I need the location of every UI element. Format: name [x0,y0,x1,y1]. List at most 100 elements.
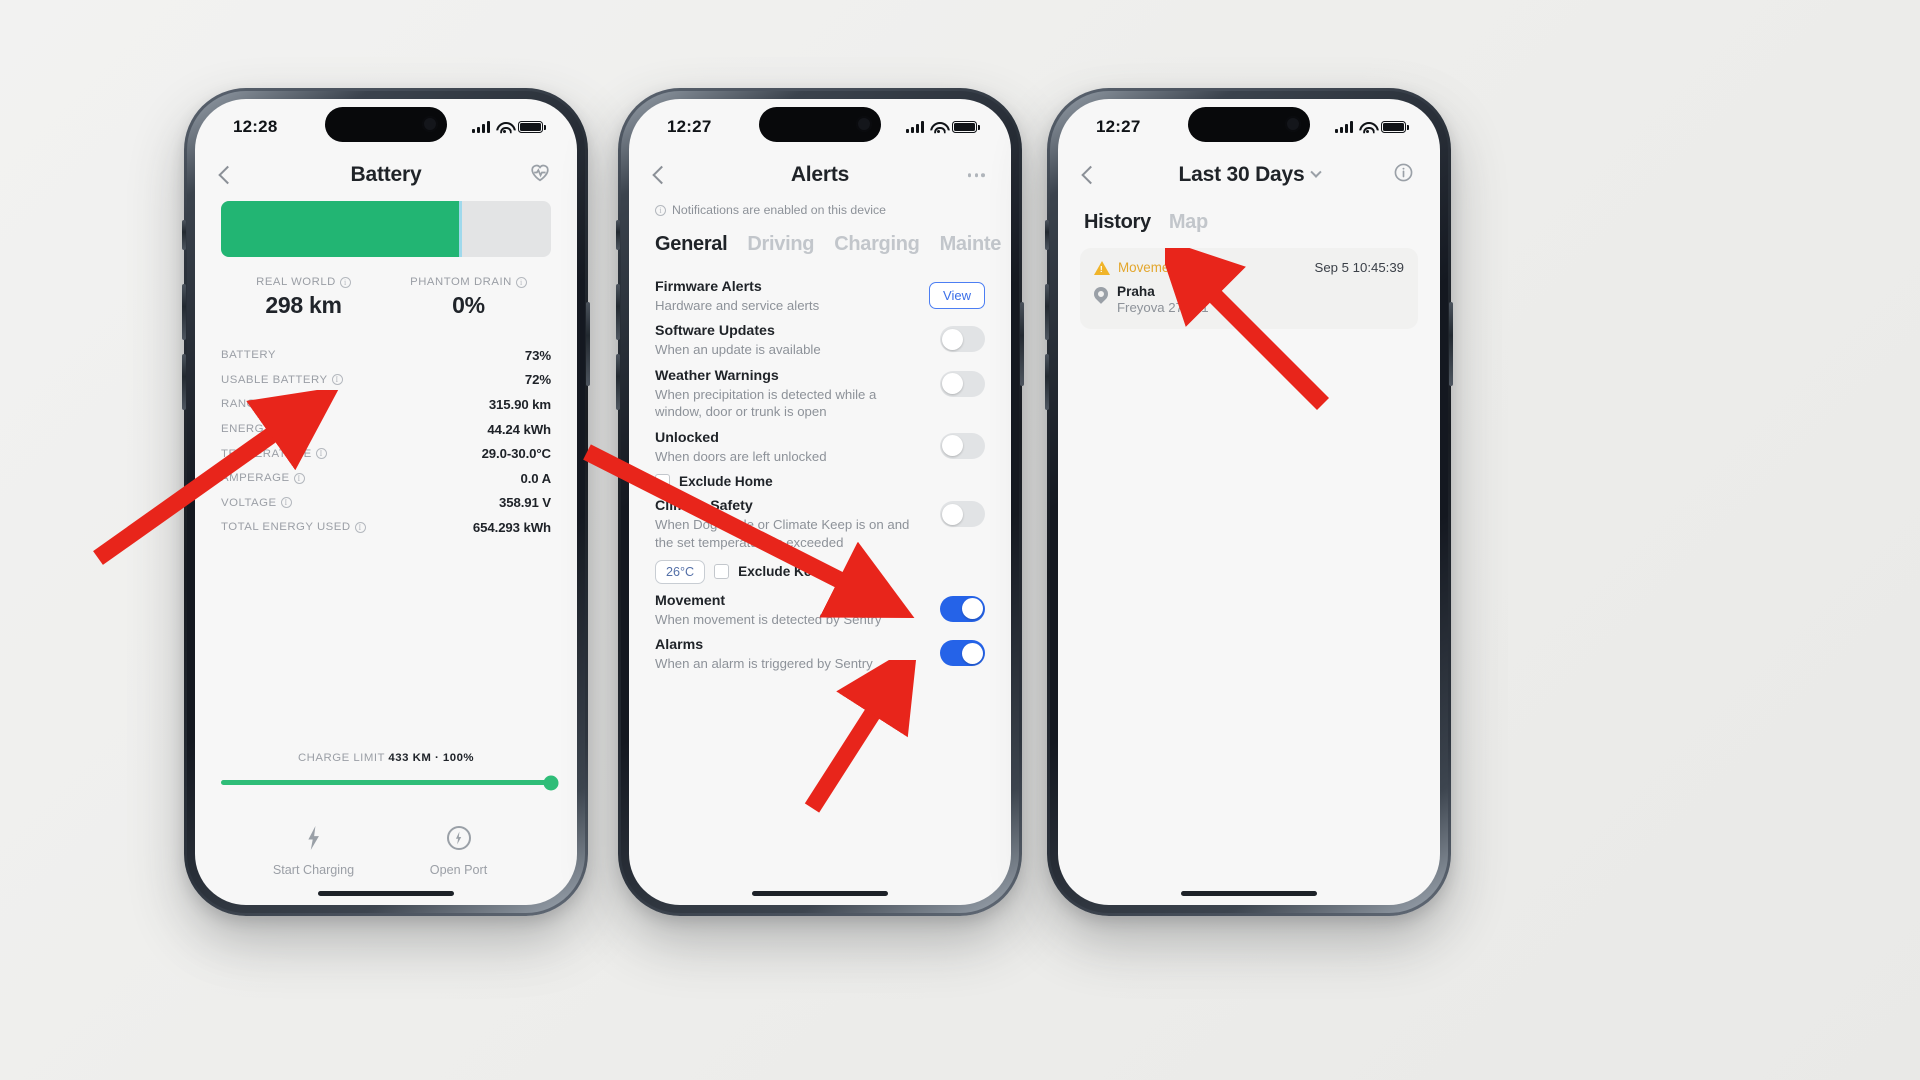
charge-limit-label: CHARGE LIMIT [297,752,385,764]
history-event-list: Movement Sep 5 10:45:39 PrahaFreyova 276/2… [1058,248,1440,329]
info-icon[interactable]: i [280,497,292,509]
info-icon[interactable]: i [315,448,327,460]
alert-item-title: Weather Warnings [655,367,779,384]
segment-map[interactable]: Map [1169,211,1208,234]
status-bar: 12:28 [195,99,577,149]
home-indicator[interactable] [318,891,454,896]
silent-switch[interactable] [182,220,186,250]
home-indicator[interactable] [1181,891,1317,896]
info-icon[interactable]: i [331,374,343,386]
toggle-software-updates[interactable] [940,326,985,353]
nav-bar: Last 30 Days [1058,149,1440,201]
tab-general[interactable]: General [655,233,728,256]
stat-row: USABLE BATTERY i 72% [221,368,551,393]
stat-row-label-text: BATTERY [221,349,276,362]
wifi-icon [930,121,946,134]
silent-switch[interactable] [616,220,620,250]
silent-switch[interactable] [1045,220,1049,250]
more-options-button[interactable] [967,173,985,177]
summary-real-world: REAL WORLD i 298 km [221,276,386,319]
power-button[interactable] [586,302,590,386]
tab-charging[interactable]: Charging [834,233,920,256]
power-button[interactable] [1449,302,1453,386]
info-icon[interactable]: i [515,276,527,288]
phone-alerts: 12:27 Alerts i Notifications are enabled… [616,88,1024,916]
stat-row-label: TEMPERATURE i [221,448,327,460]
volume-down-button[interactable] [1045,354,1049,410]
checkbox[interactable] [714,564,730,580]
info-icon[interactable]: i [276,423,288,435]
back-button[interactable] [652,165,671,185]
open-port-button[interactable]: Open Port [386,823,531,877]
alert-item: Climate Safety When Dog Mode or Climate K… [655,489,985,584]
wifi-icon [496,121,512,134]
battery-action-bar: Start Charging Open Port [195,823,577,877]
toggle-movement[interactable] [940,595,985,622]
checkbox[interactable] [655,474,670,490]
phone-screen-history: 12:27 Last 30 Days History Map ! Movemen… [1058,99,1440,905]
checkbox-label: Exclude Home [679,474,773,490]
history-event-city: Praha [1117,284,1155,299]
back-button[interactable] [218,165,237,185]
summary-caption: PHANTOM DRAIN i [386,276,551,288]
alert-item-row: Weather Warnings When precipitation is de… [655,359,985,421]
map-pin-icon [1091,284,1111,304]
notifications-notice-text: Notifications are enabled on this device [672,203,886,217]
back-button[interactable] [1081,165,1100,185]
segment-history[interactable]: History [1084,211,1151,234]
slider-knob[interactable] [543,775,559,790]
page-title: Alerts [790,163,850,186]
info-icon[interactable]: i [354,521,366,533]
toggle-alarms[interactable] [940,640,985,667]
status-bar: 12:27 [629,99,1011,149]
page-title: Battery [350,163,422,186]
temperature-threshold-chip[interactable]: 26°C [655,559,706,584]
stat-row-label: ENERGY i [221,423,288,435]
start-charging-button[interactable]: Start Charging [241,823,386,877]
phone-battery: 12:28 Battery REAL WORLD i 298 km PHANTO… [182,88,590,916]
status-time: 12:27 [1096,117,1141,136]
battery-level-fill [221,201,459,257]
summary-stats: REAL WORLD i 298 km PHANTOM DRAIN i 0% [221,276,551,319]
volume-down-button[interactable] [182,354,186,410]
alerts-list: Firmware Alerts Hardware and service aler… [629,270,1011,673]
alert-item-subtitle: When movement is detected by Sentry [655,611,882,627]
tab-mainte[interactable]: Mainte [940,233,1002,256]
info-icon[interactable]: i [268,398,280,410]
notifications-notice: i Notifications are enabled on this devi… [629,203,1011,217]
toggle-weather-warnings[interactable] [940,370,985,397]
open-port-label: Open Port [429,863,488,877]
alert-item: Alarms When an alarm is triggered by Sent… [655,628,985,672]
summary-value: 0% [452,292,485,318]
stat-row: VOLTAGE i 358.91 V [221,491,551,516]
volume-up-button[interactable] [1045,284,1049,340]
more-options-icon [967,173,985,177]
alert-item: Movement When movement is detected by Sen… [655,584,985,628]
toggle-climate-safety[interactable] [940,501,985,528]
history-event-kind-label: Movement [1118,260,1181,275]
info-icon[interactable]: i [293,472,305,484]
home-indicator[interactable] [752,891,888,896]
stat-row-label: BATTERY [221,349,276,361]
tab-driving[interactable]: Driving [747,233,814,256]
volume-down-button[interactable] [616,354,620,410]
info-icon[interactable]: i [339,276,351,288]
volume-up-button[interactable] [182,284,186,340]
vehicle-health-icon[interactable] [529,162,551,189]
charge-limit-slider[interactable] [221,775,559,790]
power-button[interactable] [1020,302,1024,386]
toggle-unlocked[interactable] [940,432,985,459]
toggle-knob [942,503,964,525]
info-button[interactable] [1393,162,1414,188]
alert-item-subtitle: When an update is available [655,342,821,358]
charge-limit-section: CHARGE LIMIT 433 KM · 100% [195,752,577,790]
history-event-card[interactable]: Movement Sep 5 10:45:39 PrahaFreyova 276/2… [1080,248,1418,329]
alert-item-text: Firmware Alerts Hardware and service aler… [655,279,913,314]
volume-up-button[interactable] [616,284,620,340]
dynamic-island [759,107,881,142]
toggle-knob [942,373,964,395]
view-button[interactable]: View [929,282,985,309]
date-range-selector[interactable]: Last 30 Days [1178,163,1322,187]
history-event-location: Praha Freyova 276/21 [1091,284,1404,315]
alert-item-title: Unlocked [655,429,719,446]
